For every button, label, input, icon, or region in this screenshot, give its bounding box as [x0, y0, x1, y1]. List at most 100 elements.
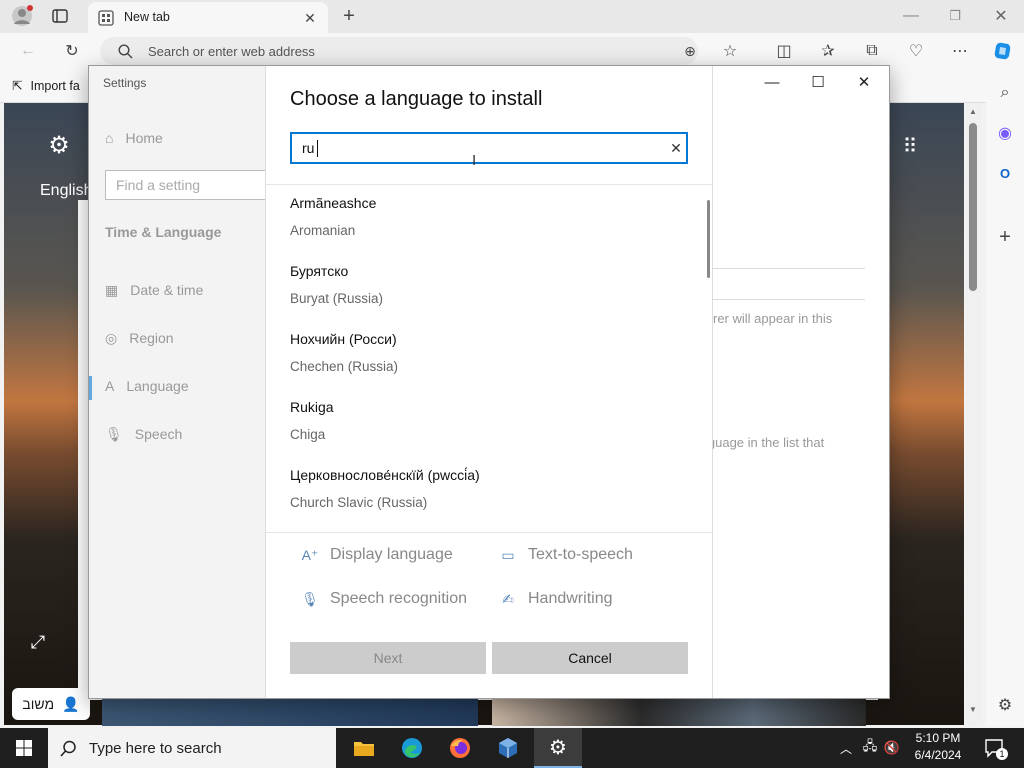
sidebar-item-label: Home	[125, 130, 163, 146]
close-tab-button[interactable]: ✕	[300, 8, 320, 28]
start-button[interactable]	[0, 728, 48, 768]
close-icon: ✕	[670, 139, 682, 156]
notifications-button[interactable]: 1	[980, 734, 1008, 762]
expand-button[interactable]: ⤢	[26, 630, 50, 654]
globe-icon: ◎	[105, 329, 118, 346]
taskbar-clock[interactable]: 5:10 PM 6/4/2024	[900, 730, 976, 764]
chevron-up-icon: ︿	[839, 741, 852, 756]
tab-new-tab[interactable]: New tab ✕	[88, 2, 328, 33]
list-item[interactable]: Церковнослове́нскїй (рwссі́а) Church Sla…	[290, 457, 690, 525]
feedback-label: משוב	[22, 696, 55, 712]
clear-search-button[interactable]: ✕	[666, 138, 686, 158]
ntp-language-label: English	[40, 182, 93, 199]
search-icon	[60, 740, 76, 757]
taskbar-search-placeholder: Type here to search	[89, 739, 222, 757]
sidebar-item-speech[interactable]: 🎙 Speech	[105, 422, 182, 446]
page-scroll-thumb[interactable]	[969, 123, 977, 291]
find-setting-input[interactable]: Find a setting	[105, 170, 275, 200]
language-list-scrollbar[interactable]	[707, 200, 710, 278]
sidebar-item-home[interactable]: ⌂ Home	[105, 126, 163, 150]
selected-indicator	[89, 376, 92, 400]
language-native-name: Rukiga	[290, 399, 334, 415]
tab-actions-button[interactable]	[48, 4, 72, 28]
settings-more-button[interactable]: ⋯	[948, 39, 972, 63]
list-item[interactable]: Нохчийн (Росси) Chechen (Russia)	[290, 321, 690, 389]
notification-count-badge: 1	[996, 748, 1008, 760]
taskbar-file-explorer[interactable]	[340, 728, 388, 768]
ntp-settings-button[interactable]: ⚙	[44, 130, 74, 160]
settings-window-title: Settings	[103, 76, 147, 90]
minimize-button[interactable]: —	[749, 66, 795, 98]
background-dropdown	[713, 268, 865, 300]
favorite-button[interactable]: ☆	[720, 41, 740, 61]
feedback-button[interactable]: משוב 👤	[12, 688, 90, 720]
browser-close-button[interactable]: ✕	[986, 4, 1016, 28]
sidebar-item-label: Date & time	[130, 282, 204, 298]
browser-restore-button[interactable]: ❐	[940, 4, 970, 28]
copilot-button[interactable]	[990, 38, 1016, 64]
next-button[interactable]: Next	[290, 642, 486, 674]
cancel-button[interactable]: Cancel	[492, 642, 688, 674]
address-bar[interactable]: Search or enter web address ⊕ ☆	[100, 37, 737, 65]
list-item[interactable]: Бурятско Buryat (Russia)	[290, 253, 690, 321]
profile-avatar[interactable]	[10, 4, 34, 28]
close-button[interactable]: ✕	[841, 66, 887, 98]
browser-essentials-button[interactable]: ♡	[904, 39, 928, 63]
sidebar-outlook-button[interactable]: O	[992, 160, 1018, 186]
refresh-button[interactable]: ↻	[60, 39, 84, 63]
new-tab-button[interactable]: +	[338, 4, 360, 28]
gear-icon: ⚙	[997, 697, 1013, 714]
dialog-title: Choose a language to install	[290, 88, 543, 110]
list-item[interactable]: Armãneashce Aromanian	[290, 185, 690, 253]
import-favorites-link[interactable]: ⇱ Import fa	[12, 78, 80, 94]
list-item[interactable]: Rukiga Chiga	[290, 389, 690, 457]
sidebar-m365-button[interactable]: ◉	[992, 120, 1018, 146]
news-card-image-1[interactable]	[102, 696, 478, 726]
microphone-icon: 🎙	[301, 590, 319, 607]
apps-button[interactable]: ⠿	[896, 132, 924, 160]
sidebar-item-region[interactable]: ◎ Region	[105, 326, 174, 350]
taskbar-settings[interactable]: ⚙	[534, 728, 582, 768]
taskbar-search-box[interactable]: Type here to search	[48, 728, 336, 768]
sidebar-settings-button[interactable]: ⚙	[992, 692, 1018, 718]
zoom-button[interactable]: ⊕	[680, 41, 700, 61]
volume-button[interactable]: 🔇	[882, 736, 902, 760]
browser-minimize-button[interactable]: —	[896, 4, 926, 28]
close-icon: ✕	[857, 74, 871, 91]
language-native-name: Armãneashce	[290, 195, 377, 211]
sidebar-search-button[interactable]: ⌕	[992, 80, 1018, 106]
virtualbox-icon	[499, 738, 517, 758]
tray-overflow-button[interactable]: ︿	[836, 736, 856, 760]
back-button[interactable]: ←	[16, 39, 40, 63]
collections-icon: ⧉	[866, 42, 878, 59]
taskbar-firefox[interactable]	[436, 728, 484, 768]
home-icon: ⌂	[105, 130, 114, 146]
collections-button[interactable]: ⧉	[860, 39, 884, 63]
firefox-icon	[450, 738, 470, 758]
edge-sidebar: ⌕ ◉ O + ⚙	[986, 70, 1024, 726]
maximize-button[interactable]: ☐	[795, 66, 841, 98]
microphone-icon: 🎙	[105, 425, 123, 442]
favorites-button[interactable]: ✰	[816, 39, 840, 63]
plus-icon: +	[999, 225, 1011, 248]
language-search-input[interactable]: ru ✕	[290, 132, 688, 164]
settings-sidebar: Settings ⌂ Home Find a setting Time & La…	[89, 66, 275, 698]
sidebar-item-language[interactable]: A Language	[105, 374, 189, 398]
copilot-icon	[994, 42, 1011, 60]
refresh-icon: ↻	[65, 43, 79, 60]
more-icon: ⋯	[952, 43, 968, 60]
expand-icon: ⤢	[30, 631, 46, 652]
network-button[interactable]: 🖧	[860, 736, 880, 760]
taskbar-virtualbox[interactable]	[484, 728, 532, 768]
sidebar-add-button[interactable]: +	[992, 224, 1018, 250]
feature-text-to-speech: ▭ Text-to-speech	[500, 546, 633, 564]
sidebar-item-date-time[interactable]: ▦ Date & time	[105, 278, 203, 302]
scroll-up-icon: ▲	[969, 107, 977, 116]
minimize-icon: —	[903, 7, 919, 24]
favorites-icon: ✰	[821, 43, 835, 60]
split-screen-icon: ◫	[776, 43, 792, 60]
search-icon: ⌕	[1000, 84, 1010, 101]
news-card-image-2[interactable]	[492, 696, 866, 726]
split-screen-button[interactable]: ◫	[772, 39, 796, 63]
taskbar-edge[interactable]	[388, 728, 436, 768]
